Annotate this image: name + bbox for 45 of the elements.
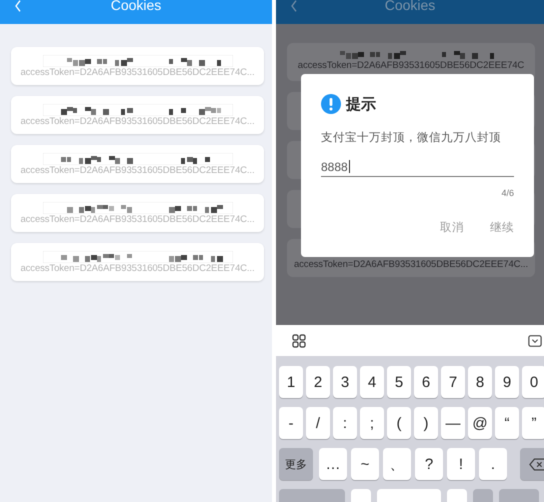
keyboard-key[interactable]: 3 — [333, 366, 357, 398]
keyboard-key[interactable]: 4 — [360, 366, 384, 398]
keyboard-key[interactable]: … — [319, 448, 347, 480]
token-text: accessToken=D2A6AFB93531605DBE56DC2EEE74C — [298, 60, 524, 70]
token-text: accessToken=D2A6AFB93531605DBE56DC2EEE74C... — [20, 214, 255, 224]
dialog-message: 支付宝十万封顶，微信九万八封顶 — [321, 130, 502, 145]
keyboard-key[interactable]: ; — [360, 407, 384, 439]
keyboard-key[interactable]: : — [333, 407, 357, 439]
keyboard-key[interactable]: - — [279, 407, 303, 439]
input-field[interactable]: 8888 — [321, 157, 514, 177]
keyboard-key[interactable]: 5 — [387, 366, 411, 398]
dialog-title: 提示 — [346, 94, 376, 114]
keyboard-key[interactable]: 0 — [522, 366, 544, 398]
grid-icon[interactable] — [292, 334, 306, 348]
more-key[interactable]: 更多 — [279, 448, 313, 480]
keyboard-key[interactable]: 7 — [441, 366, 465, 398]
collapse-keyboard-icon[interactable] — [528, 334, 542, 348]
keyboard-key[interactable]: @ — [468, 407, 492, 439]
keyboard-key[interactable]: ? — [415, 448, 443, 480]
back-icon[interactable] — [290, 0, 298, 12]
token-text: accessToken=D2A6AFB93531605DBE56DC2EEE74C... — [20, 164, 255, 176]
keyboard-key[interactable]: ~ — [351, 448, 379, 480]
character-counter: 4/6 — [501, 188, 514, 198]
keyboard-key[interactable]: 8 — [468, 366, 492, 398]
token-text: accessToken=D2A6AFB93531605DBE56DC2EEE74C... — [20, 116, 255, 126]
keyboard-key[interactable]: ! — [447, 448, 475, 480]
token-text: accessToken=D2A6AFB93531605DBE56DC2EEE74C... — [20, 66, 255, 78]
exclamation-icon — [321, 94, 341, 114]
screen-title: Cookies — [110, 0, 162, 12]
keyboard-key[interactable]: “ — [495, 407, 519, 439]
keyboard-key[interactable]: — — [441, 407, 465, 439]
keyboard-key[interactable]: 6 — [414, 366, 438, 398]
keyboard-key[interactable]: ( — [387, 407, 411, 439]
keyboard-key[interactable]: 、 — [383, 448, 411, 480]
keyboard-key[interactable]: 2 — [306, 366, 330, 398]
keyboard-key[interactable]: ) — [414, 407, 438, 439]
keyboard-key[interactable]: 1 — [279, 366, 303, 398]
screen-title: Cookies — [384, 0, 436, 12]
keyboard-key[interactable]: / — [306, 407, 330, 439]
keyboard-key[interactable]: . — [479, 448, 507, 480]
backspace-icon — [529, 458, 544, 470]
keyboard-key[interactable]: ” — [522, 407, 544, 439]
token-text: accessToken=D2A6AFB93531605DBE56DC2EEE74C... — [20, 262, 255, 274]
token-text: accessToken=D2A6AFB93531605DBE56DC2EEE74C... — [294, 258, 528, 270]
keyboard-key[interactable]: 9 — [495, 366, 519, 398]
